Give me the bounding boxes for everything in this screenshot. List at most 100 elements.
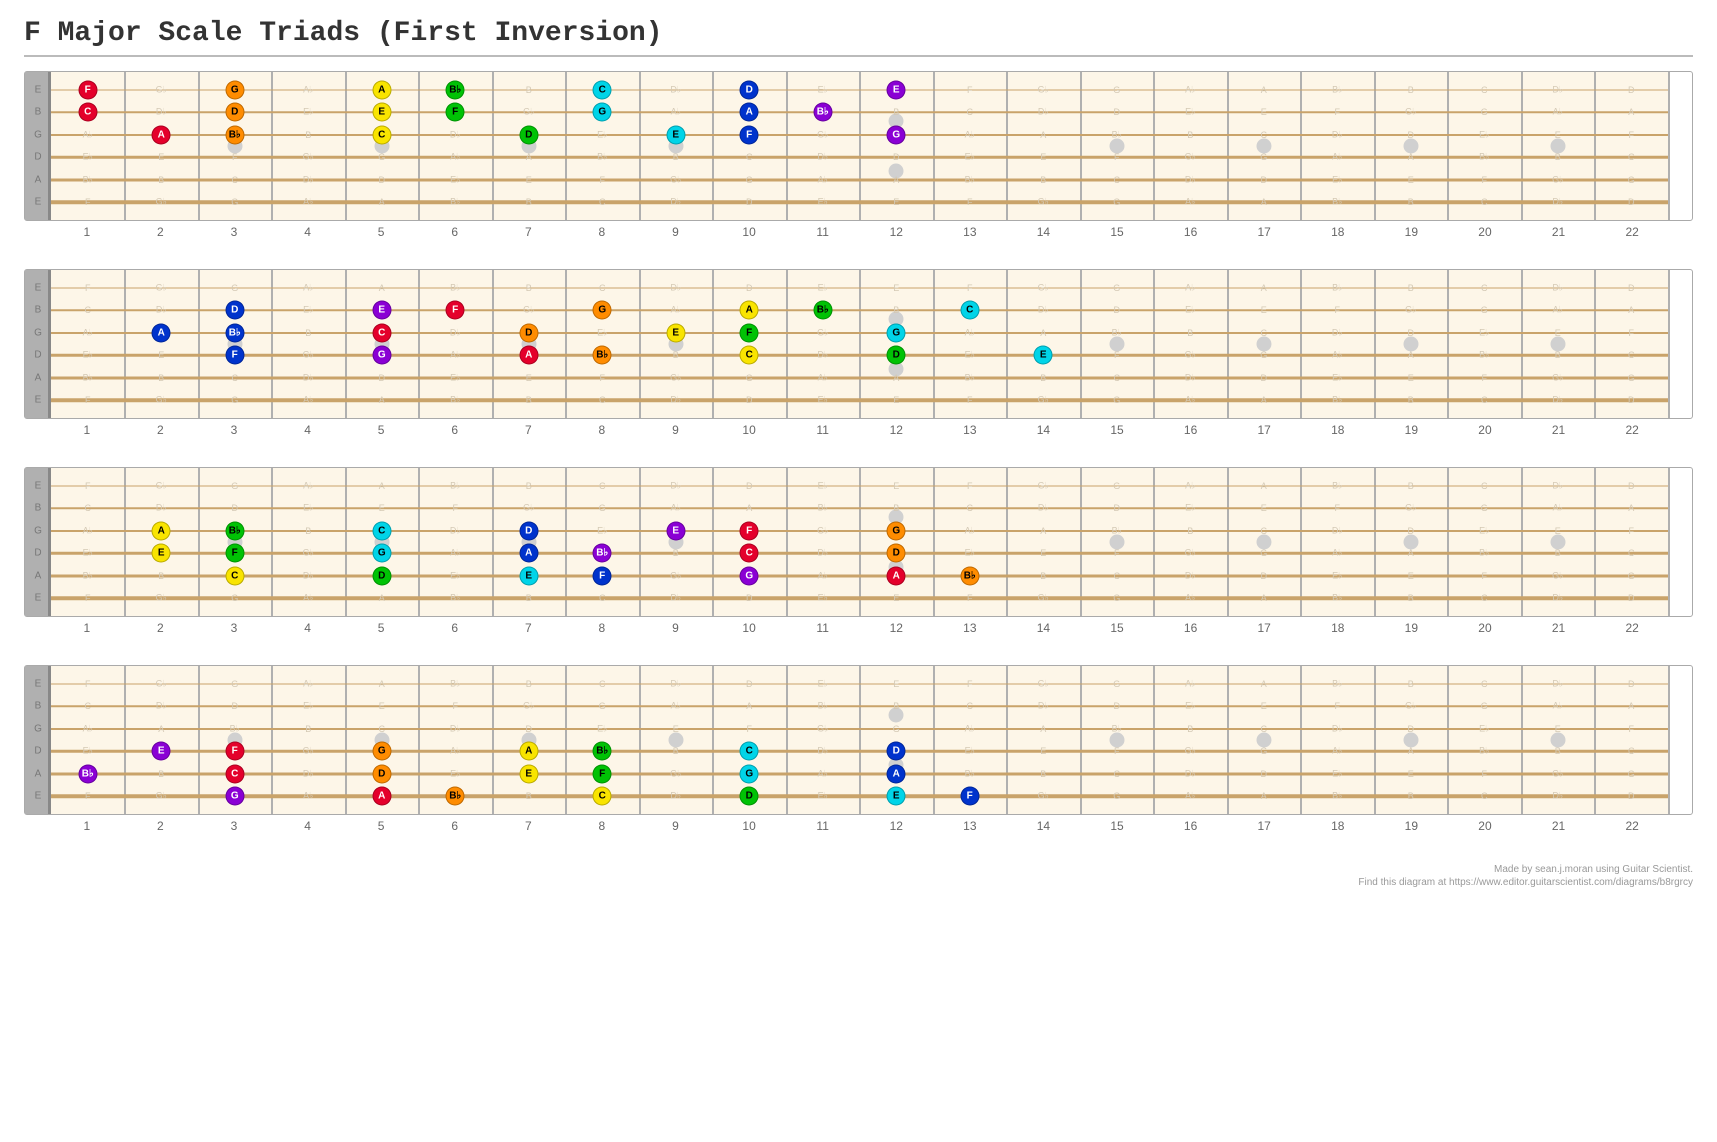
fret-number: 9: [672, 621, 679, 635]
fret-number: 16: [1184, 423, 1197, 437]
note-marker: C: [740, 346, 759, 365]
fret-number: 12: [890, 423, 903, 437]
note-marker: F: [593, 764, 612, 783]
fret-number: 4: [304, 621, 311, 635]
fret-number: 16: [1184, 225, 1197, 239]
open-string-label: E: [25, 197, 51, 208]
fret-number: 8: [599, 225, 606, 239]
note-marker: G: [887, 323, 906, 342]
fretboard-diagrams: EBGDAEG♭A♭BD♭E♭FG♭GA♭AB♭BCD♭DD♭E♭G♭A♭BCD…: [24, 71, 1693, 839]
fret-number: 19: [1405, 225, 1418, 239]
open-string-label: E: [25, 678, 51, 689]
fret-number: 8: [599, 423, 606, 437]
fret-number: 14: [1037, 621, 1050, 635]
note-marker: C: [372, 125, 391, 144]
fret-number: 2: [157, 621, 164, 635]
fret-number: 9: [672, 225, 679, 239]
note-marker: B♭: [813, 301, 832, 320]
note-marker: G: [372, 742, 391, 761]
fret-number: 18: [1331, 621, 1344, 635]
fret-number: 12: [890, 225, 903, 239]
fret-number: 22: [1625, 819, 1638, 833]
note-marker: E: [887, 80, 906, 99]
fret-number: 13: [963, 423, 976, 437]
note-marker: E: [372, 301, 391, 320]
fret-number: 18: [1331, 819, 1344, 833]
note-marker: F: [446, 103, 465, 122]
open-string-label: D: [25, 350, 51, 361]
fret-number: 3: [231, 225, 238, 239]
note-marker: B♭: [813, 103, 832, 122]
fret-number: 3: [231, 621, 238, 635]
open-string-label: B: [25, 107, 51, 118]
note-marker: B♭: [225, 323, 244, 342]
note-marker: D: [887, 742, 906, 761]
open-string-label: G: [25, 723, 51, 734]
fret-number: 20: [1478, 621, 1491, 635]
note-marker: D: [225, 301, 244, 320]
fret-number: 14: [1037, 423, 1050, 437]
fretboard-2: EBGDAEFG♭GA♭AB♭BCD♭DE♭EFG♭GA♭AB♭BCD♭DCD♭…: [24, 269, 1693, 443]
open-string-label: G: [25, 525, 51, 536]
fret-number: 5: [378, 423, 385, 437]
fret-number: 20: [1478, 423, 1491, 437]
fret-number: 14: [1037, 225, 1050, 239]
note-marker: D: [372, 566, 391, 585]
note-marker: B♭: [593, 544, 612, 563]
note-marker: F: [593, 566, 612, 585]
open-string-label: A: [25, 174, 51, 185]
fret-number: 21: [1552, 819, 1565, 833]
note-marker: G: [593, 301, 612, 320]
note-marker: A: [152, 125, 171, 144]
fret-number: 17: [1258, 819, 1271, 833]
note-marker: E: [519, 764, 538, 783]
note-marker: D: [519, 323, 538, 342]
fret-number: 1: [83, 423, 90, 437]
note-marker: G: [887, 125, 906, 144]
fret-number: 8: [599, 621, 606, 635]
note-marker: E: [666, 323, 685, 342]
fret-number: 11: [816, 225, 828, 239]
fret-number: 4: [304, 423, 311, 437]
note-marker: E: [887, 787, 906, 806]
fret-number: 11: [816, 621, 828, 635]
note-marker: F: [225, 742, 244, 761]
fret-number: 7: [525, 621, 532, 635]
fret-number: 10: [742, 621, 755, 635]
note-marker: E: [666, 125, 685, 144]
note-marker: D: [887, 544, 906, 563]
note-marker: D: [887, 346, 906, 365]
fret-number: 18: [1331, 423, 1344, 437]
note-marker: G: [593, 103, 612, 122]
page-title: F Major Scale Triads (First Inversion): [24, 18, 1693, 49]
fret-number: 21: [1552, 423, 1565, 437]
note-marker: F: [740, 521, 759, 540]
note-marker: G: [372, 346, 391, 365]
fret-number: 5: [378, 621, 385, 635]
credits-line2: Find this diagram at https://www.editor.…: [24, 876, 1693, 889]
note-marker: C: [593, 787, 612, 806]
note-marker: G: [225, 787, 244, 806]
fret-number: 20: [1478, 819, 1491, 833]
note-marker: A: [887, 764, 906, 783]
note-marker: E: [519, 566, 538, 585]
fret-number: 22: [1625, 225, 1638, 239]
open-string-label: A: [25, 570, 51, 581]
note-marker: A: [152, 323, 171, 342]
fret-number: 17: [1258, 423, 1271, 437]
note-marker: B♭: [446, 80, 465, 99]
fret-number: 4: [304, 225, 311, 239]
note-marker: F: [960, 787, 979, 806]
fret-number: 17: [1258, 225, 1271, 239]
fret-number: 20: [1478, 225, 1491, 239]
note-marker: B♭: [225, 521, 244, 540]
credits: Made by sean.j.moran using Guitar Scient…: [24, 863, 1693, 889]
fret-number: 9: [672, 819, 679, 833]
open-string-label: A: [25, 768, 51, 779]
open-string-label: B: [25, 503, 51, 514]
note-marker: C: [960, 301, 979, 320]
note-marker: B♭: [593, 742, 612, 761]
fret-number: 4: [304, 819, 311, 833]
note-marker: E: [666, 521, 685, 540]
note-marker: A: [519, 742, 538, 761]
